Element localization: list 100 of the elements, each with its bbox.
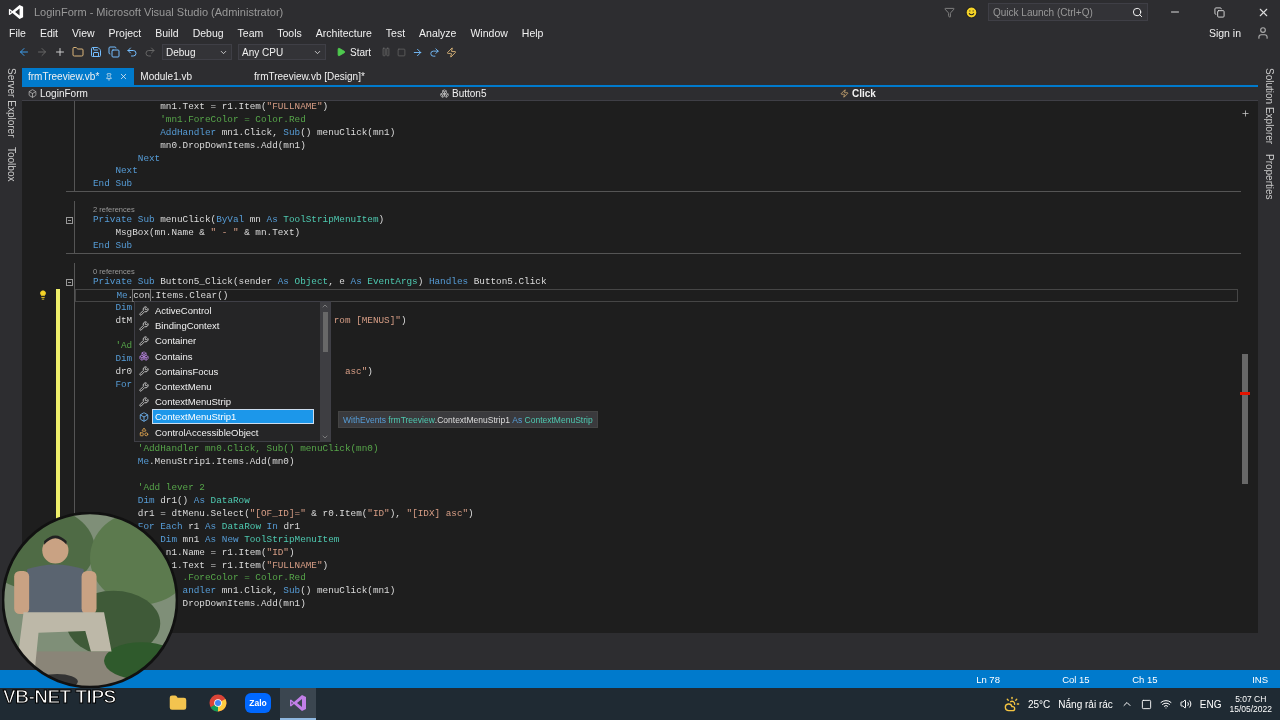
restore-icon [1213,6,1225,18]
back-icon[interactable] [18,46,30,58]
menu-item[interactable]: File [2,27,33,39]
collapse-icon[interactable] [65,217,73,225]
menu-item[interactable]: View [65,27,102,39]
completion-item[interactable]: Contains [153,349,313,363]
code-line: 'AddHandler mn0.Click, Sub() menuClick(mn0) [137,443,379,455]
code-line: Next [115,165,138,177]
filter-icon[interactable] [944,6,955,18]
code-line: Private Sub menuClick(ByVal mn As ToolStripMenuItem) [93,214,385,226]
code-line: 1.Text = r1.Item("FULLNAME") [171,559,329,571]
scrollbar[interactable] [320,302,330,441]
completion-item[interactable]: ContextMenuStrip [153,395,313,409]
code-line: rom [MENUS]") [333,314,407,326]
side-tab[interactable]: Properties [1263,154,1275,200]
clock[interactable]: 5:07 CH 15/05/2022 [1229,694,1272,714]
completion-item[interactable]: Container [153,334,313,348]
code-line: Me.con.Items.Clear() [116,289,229,301]
side-tab[interactable]: Toolbox [5,147,17,182]
menu-item[interactable]: Team [230,27,271,39]
step-over-icon[interactable] [429,46,441,58]
code-line: End Sub [93,240,133,251]
completion-item[interactable]: ControlAccessibleObject [153,425,313,439]
wrench-icon [139,366,149,377]
scroll-up-icon[interactable] [321,302,329,310]
step-icon[interactable] [412,46,424,58]
save-icon[interactable] [90,46,102,58]
cubes-icon [440,89,449,98]
box-icon [139,411,149,422]
menu-item[interactable]: Test [378,27,413,39]
code-line: 'Ad [115,340,133,352]
quick-info-tooltip: WithEvents frmTreeview.ContextMenuStrip1 As ContextMenuStrip [338,411,598,428]
side-tab[interactable]: Solution Explorer [1263,68,1275,145]
document-tab[interactable]: frmTreeview.vb* [22,68,135,85]
object-dropdown[interactable]: Button5 [434,88,834,99]
language-indicator[interactable]: ENG [1199,698,1222,710]
configuration-dropdown[interactable]: Debug [162,44,232,60]
close-icon[interactable] [119,72,129,81]
code-line: Dim dr1() As DataRow [137,495,250,507]
smiley-icon[interactable] [965,5,978,19]
code-line: AddHandler mn1.Click, Sub() menuClick(mn1) [160,126,396,138]
menu-item[interactable]: Analyze [412,27,464,39]
code-line: Dim [115,353,133,365]
menu-item[interactable]: Debug [185,27,231,39]
start-button[interactable]: Start [332,46,376,58]
weather-icon[interactable] [1003,696,1020,712]
code-line: n1.Name = r1.Item("ID") [165,546,295,558]
code-line: dr0 [115,366,133,378]
browser-icon [209,694,227,712]
code-line: andler mn1.Click, Sub() menuClick(mn1) [182,585,396,597]
undo-icon[interactable] [126,46,138,58]
box-icon [28,89,37,98]
code-line: mn1.Text = r1.Item("FULLNAME") [160,101,329,112]
tray-icon[interactable] [1140,698,1152,710]
folder-icon[interactable] [72,46,84,58]
document-tab[interactable]: Module1.vb [134,68,199,85]
code-line: End Sub [93,178,133,190]
code-line: asc") [344,366,373,378]
lightbulb-icon[interactable] [38,290,48,301]
infinity-logo-icon [8,4,24,20]
save-all-icon[interactable] [108,46,120,58]
code-line: 'Add lever 2 [137,482,205,494]
menu-item[interactable]: Architecture [308,27,379,39]
temperature: 25°C [1027,698,1051,710]
lightning-icon[interactable] [446,46,458,58]
taskbar-app[interactable]: Zalo [240,688,276,720]
side-tab[interactable]: Server Explorer [5,68,17,138]
sign-in-link[interactable]: Sign in [1201,27,1248,39]
project-dropdown[interactable]: LoginForm [22,88,434,99]
quick-launch-field[interactable]: Quick Launch (Ctrl+Q) [988,3,1148,21]
completion-item[interactable]: ContextMenu [153,380,313,394]
code-line: For [115,379,133,391]
taskbar-app[interactable] [280,688,316,720]
document-tab[interactable]: frmTreeview.vb [Design]* [248,68,371,85]
menu-item[interactable]: Edit [32,27,65,39]
cube-icon [139,351,149,362]
platform-dropdown[interactable]: Any CPU [238,44,326,60]
redo-icon[interactable] [144,46,156,58]
new-item-icon[interactable] [54,46,66,58]
menu-item[interactable]: Help [514,27,551,39]
completion-item[interactable]: ActiveControl [153,304,313,318]
volume-icon[interactable] [1179,698,1192,710]
char-number: Ch 15 [1132,673,1159,685]
insert-mode: INS [1252,673,1268,685]
wrench-icon [139,320,149,331]
code-line: Next [137,152,161,164]
menu-item[interactable]: Window [463,27,515,39]
completion-item[interactable]: ContainsFocus [153,364,313,378]
window-title: LoginForm - Microsoft Visual Studio (Administrator) [34,6,284,18]
event-dropdown[interactable]: Click [834,88,1134,99]
menu-item[interactable]: Build [148,27,186,39]
menu-item[interactable]: Project [101,27,149,39]
code-line: Me.MenuStrip1.Items.Add(mn0) [137,456,295,468]
split-icon[interactable] [1240,109,1250,118]
completion-item[interactable]: BindingContext [153,319,313,333]
user-icon[interactable] [1256,26,1270,40]
collapse-icon[interactable] [65,278,73,286]
menu-item[interactable]: Tools [270,27,309,39]
network-icon[interactable] [1159,698,1172,710]
lightning-icon [840,89,849,98]
